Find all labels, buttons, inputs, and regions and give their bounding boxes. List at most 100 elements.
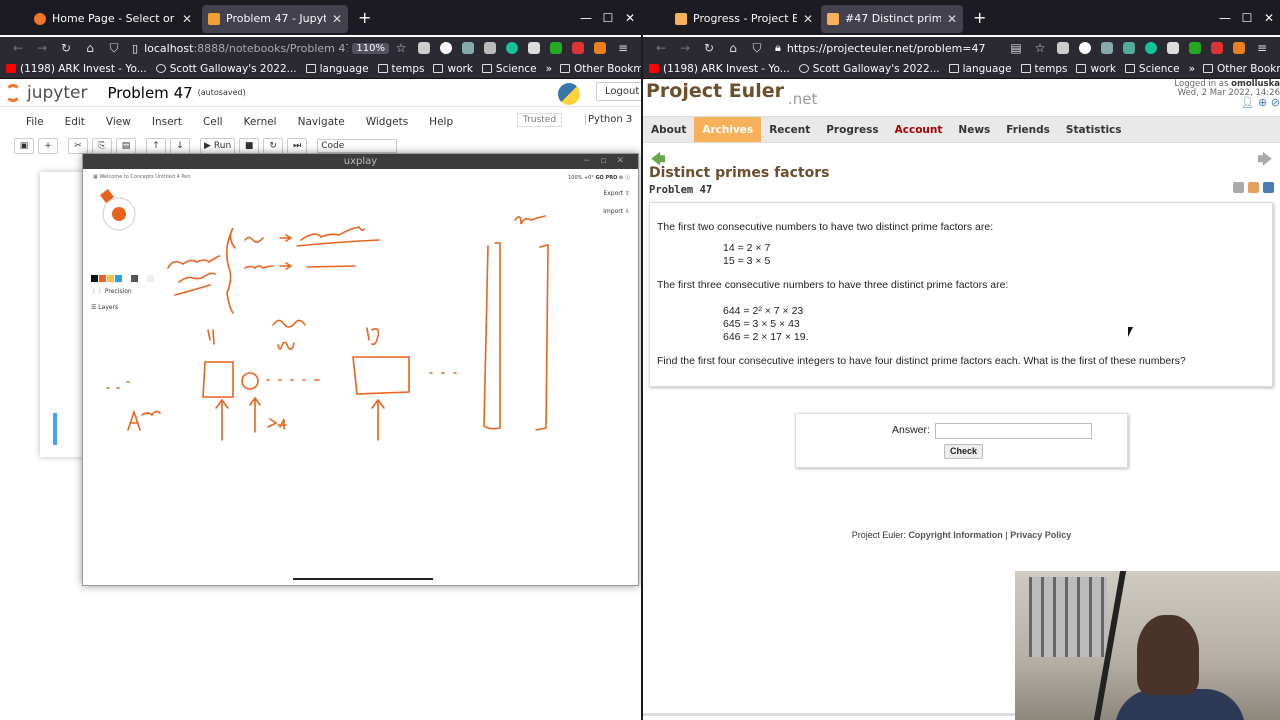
menu-widgets[interactable]: Widgets	[366, 116, 408, 128]
add-cell-icon[interactable]: +	[38, 138, 58, 154]
extension-s-icon[interactable]	[440, 42, 452, 54]
new-tab-icon[interactable]: +	[963, 8, 996, 27]
extension-red-icon[interactable]	[572, 42, 584, 54]
close-tab-icon[interactable]: ✕	[182, 12, 192, 26]
paste-icon[interactable]: ▤	[116, 138, 136, 154]
menu-cell[interactable]: Cell	[203, 116, 223, 128]
bookmark-science[interactable]: Science	[481, 63, 537, 75]
interrupt-icon[interactable]: ■	[239, 138, 260, 154]
other-bookmarks[interactable]: Other Bookmarks	[1203, 63, 1280, 75]
tab-problem-47-jupyter[interactable]: Problem 47 - Jupyter Not ✕	[202, 4, 348, 33]
home-icon[interactable]: ⌂	[721, 41, 745, 55]
extension-n-icon[interactable]	[1101, 42, 1113, 54]
check-button[interactable]: Check	[944, 444, 984, 459]
notebook-name[interactable]: Problem 47	[107, 84, 192, 102]
previous-problem-arrow-icon[interactable]: 🡄	[651, 149, 665, 173]
menu-navigate[interactable]: Navigate	[298, 116, 345, 128]
move-down-icon[interactable]: ↓	[170, 138, 190, 154]
menu-icon[interactable]: ≡	[1250, 41, 1274, 55]
run-button[interactable]: ▶ Run	[200, 138, 236, 154]
pocket-icon[interactable]	[418, 42, 430, 54]
new-tab-icon[interactable]: +	[348, 8, 381, 27]
menu-edit[interactable]: Edit	[65, 116, 85, 128]
url-bar[interactable]: 🔒︎ https://projecteuler.net/problem=47	[769, 38, 1004, 58]
next-problem-arrow-icon[interactable]: 🡆	[1258, 149, 1272, 173]
menu-view[interactable]: View	[106, 116, 131, 128]
bookmark-language[interactable]: language	[305, 63, 369, 75]
logout-button[interactable]: Logout	[596, 82, 641, 101]
zoom-indicator[interactable]: 110%	[352, 42, 389, 54]
reader-view-icon[interactable]: ▤	[1004, 41, 1028, 55]
close-window-icon[interactable]: ✕	[1258, 11, 1280, 25]
minimize-icon[interactable]: —	[575, 11, 597, 25]
nav-archives[interactable]: Archives	[694, 117, 762, 142]
answer-input[interactable]	[935, 423, 1092, 439]
bookmark-language[interactable]: language	[948, 63, 1012, 75]
close-tab-icon[interactable]: ✕	[947, 12, 957, 26]
nav-statistics[interactable]: Statistics	[1058, 117, 1130, 142]
more-bookmarks-icon[interactable]: »	[546, 63, 552, 75]
extension-green-icon[interactable]	[1189, 42, 1201, 54]
tab-home-page[interactable]: Home Page - Select or cre ✕	[28, 5, 198, 33]
uxplay-window-controls[interactable]: −▫✕	[583, 154, 634, 169]
maximize-icon[interactable]: ☐	[1236, 11, 1258, 25]
nav-account[interactable]: Account	[887, 117, 951, 142]
move-up-icon[interactable]: ↑	[146, 138, 166, 154]
bookmark-ark-invest[interactable]: (1198) ARK Invest - Yo...	[6, 63, 147, 75]
close-tab-icon[interactable]: ✕	[332, 12, 342, 26]
nav-friends[interactable]: Friends	[998, 117, 1058, 142]
reload-icon[interactable]: ↻	[697, 41, 721, 55]
menu-help[interactable]: Help	[429, 116, 453, 128]
menu-insert[interactable]: Insert	[152, 116, 182, 128]
pocket-icon[interactable]	[1057, 42, 1069, 54]
privacy-link[interactable]: Privacy Policy	[1010, 530, 1071, 540]
sketch-canvas[interactable]: ▦ Welcome to Concepts Untitled 4 Pen 100…	[85, 170, 636, 583]
extension-red-icon[interactable]	[1211, 42, 1223, 54]
library-icon[interactable]	[528, 42, 540, 54]
jupyter-logo[interactable]: jupyter	[5, 83, 87, 103]
maximize-icon[interactable]: ☐	[597, 11, 619, 25]
metamask-icon[interactable]	[1233, 42, 1245, 54]
bookmark-temps[interactable]: temps	[377, 63, 424, 75]
bookmark-work[interactable]: work	[1076, 63, 1116, 75]
menu-file[interactable]: File	[26, 116, 44, 128]
bookmark-science[interactable]: Science	[1124, 63, 1180, 75]
save-icon[interactable]: ▣	[14, 138, 34, 154]
other-bookmarks[interactable]: Other Bookmarks	[560, 63, 641, 75]
extension-green-icon[interactable]	[550, 42, 562, 54]
forward-icon[interactable]: →	[673, 41, 697, 55]
restart-run-all-icon[interactable]: ⏭	[287, 138, 308, 154]
back-icon[interactable]: ←	[6, 41, 30, 55]
selected-cell-marker[interactable]	[53, 413, 57, 445]
nav-recent[interactable]: Recent	[761, 117, 818, 142]
bookmark-star-icon[interactable]: ☆	[389, 41, 413, 55]
metamask-icon[interactable]	[594, 42, 606, 54]
tab-problem-47-euler[interactable]: #47 Distinct primes facto ✕	[821, 4, 963, 33]
shield-icon[interactable]: ⛉	[102, 41, 126, 56]
url-bar[interactable]: ▯ localhost :8888/notebooks/Problem 47	[126, 38, 348, 58]
trusted-badge[interactable]: Trusted	[517, 113, 563, 127]
back-icon[interactable]: ←	[649, 41, 673, 55]
nav-progress[interactable]: Progress	[818, 117, 886, 142]
project-euler-logo[interactable]: Project Euler .net	[646, 80, 817, 108]
extension-n-icon[interactable]	[462, 42, 474, 54]
grammarly-icon[interactable]	[1145, 42, 1157, 54]
bookmark-work[interactable]: work	[433, 63, 473, 75]
user-icons[interactable]: 👤︎ ⊕ ⊘	[1241, 96, 1280, 109]
library-icon[interactable]	[1167, 42, 1179, 54]
bookmark-scott-galloway[interactable]: Scott Galloway's 2022...	[798, 63, 940, 75]
forum-icon[interactable]	[1248, 182, 1259, 193]
home-icon[interactable]: ⌂	[78, 41, 102, 55]
restart-icon[interactable]: ↻	[263, 138, 284, 154]
uxplay-titlebar[interactable]: uxplay −▫✕	[83, 154, 638, 169]
close-tab-icon[interactable]: ✕	[803, 12, 813, 26]
info-icon[interactable]	[1263, 182, 1274, 193]
reload-icon[interactable]: ↻	[54, 41, 78, 55]
minimize-icon[interactable]: —	[1214, 11, 1236, 25]
menu-icon[interactable]: ≡	[611, 41, 635, 55]
bookmark-star-icon[interactable]: ☆	[1028, 41, 1052, 55]
close-window-icon[interactable]: ✕	[619, 11, 641, 25]
kernel-name[interactable]: Python 3	[585, 114, 632, 125]
cell-type-select[interactable]: Code	[317, 139, 398, 153]
extension-s2-icon[interactable]	[484, 42, 496, 54]
